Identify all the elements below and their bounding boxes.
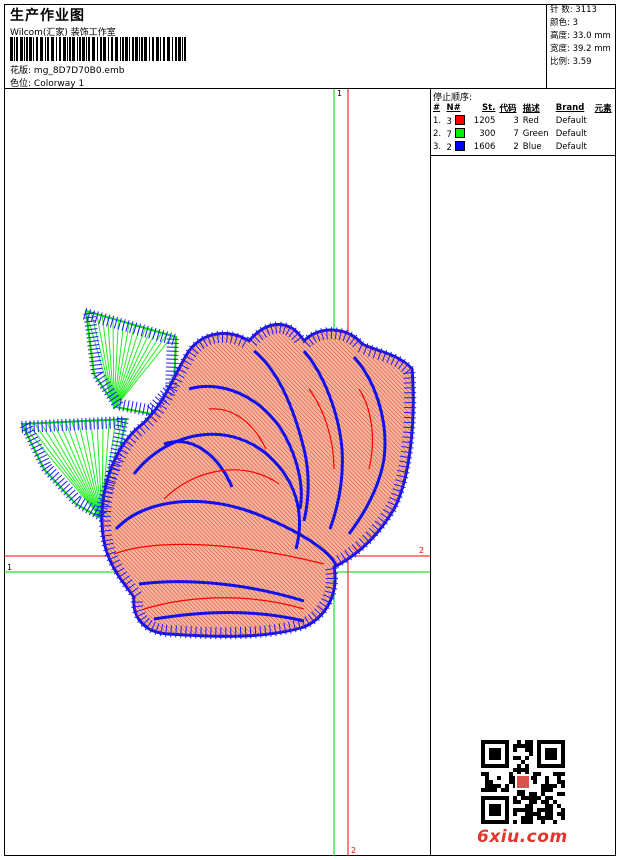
stat-height: 高度: 33.0 mm — [550, 31, 611, 41]
stats-panel: 针 数: 3113 颜色: 3 高度: 33.0 mm 宽度: 39.2 mm … — [546, 4, 616, 74]
table-row: 2. 7 300 7 Green Default — [433, 127, 587, 140]
axis-label-green-top: 1 — [337, 89, 343, 98]
table-row: 1. 3 1205 3 Red Default — [433, 114, 587, 127]
design-label: 花版: — [10, 66, 32, 76]
swatch-red — [454, 114, 465, 125]
color-sequence-panel: 停止顺序: # N# St. 代码 描述 Brand 元素 1. 3 1205 … — [431, 89, 616, 856]
color-table: # N# St. 代码 描述 Brand 元素 1. 3 1205 3 Red … — [431, 101, 616, 153]
table-header-row: # N# St. 代码 描述 Brand 元素 — [431, 101, 616, 114]
swatch-blue — [454, 140, 465, 151]
stat-scale: 比例: 3.59 — [550, 57, 592, 67]
col-desc: 描述 — [522, 103, 540, 114]
qr-code-icon — [481, 740, 565, 824]
col-needle: N# — [446, 102, 461, 113]
col-index: # — [433, 102, 441, 113]
stat-stitches: 针 数: 3113 — [550, 5, 597, 15]
col-element: 元素 — [594, 103, 612, 114]
axis-label-red-right: 2 — [419, 546, 425, 555]
design-value: mg_8D7D70B0.emb — [33, 66, 125, 76]
col-stitches: St. — [482, 102, 496, 113]
design-file: 花版: mg_8D7D70B0.emb — [10, 63, 124, 76]
colorway: 色位: Colorway 1 — [10, 76, 84, 89]
table-row: 3. 2 1606 2 Blue Default — [433, 140, 587, 153]
axis-label-green-left: 1 — [7, 563, 13, 572]
page-title: 生产作业图 — [10, 8, 85, 24]
watermark-site: 6xiu.com — [477, 827, 568, 847]
col-code: 代码 — [499, 103, 517, 114]
colorway-value: Colorway 1 — [33, 79, 85, 89]
barcode-icon — [10, 37, 186, 61]
stats-footer — [546, 74, 616, 89]
axis-label-red-bottom: 2 — [351, 846, 357, 855]
header: 生产作业图 Wilcom(汇家) 装饰工作室 花版: mg_8D7D70B0.e… — [4, 4, 616, 89]
colorway-label: 色位: — [10, 79, 32, 89]
stat-colors: 颜色: 3 — [550, 18, 578, 28]
design-canvas: 1 1 2 2 — [4, 89, 431, 856]
embroidery-preview — [4, 89, 430, 856]
stat-width: 宽度: 39.2 mm — [550, 44, 611, 54]
table-divider — [431, 155, 616, 156]
col-brand: Brand — [555, 102, 585, 113]
swatch-green — [454, 127, 465, 138]
